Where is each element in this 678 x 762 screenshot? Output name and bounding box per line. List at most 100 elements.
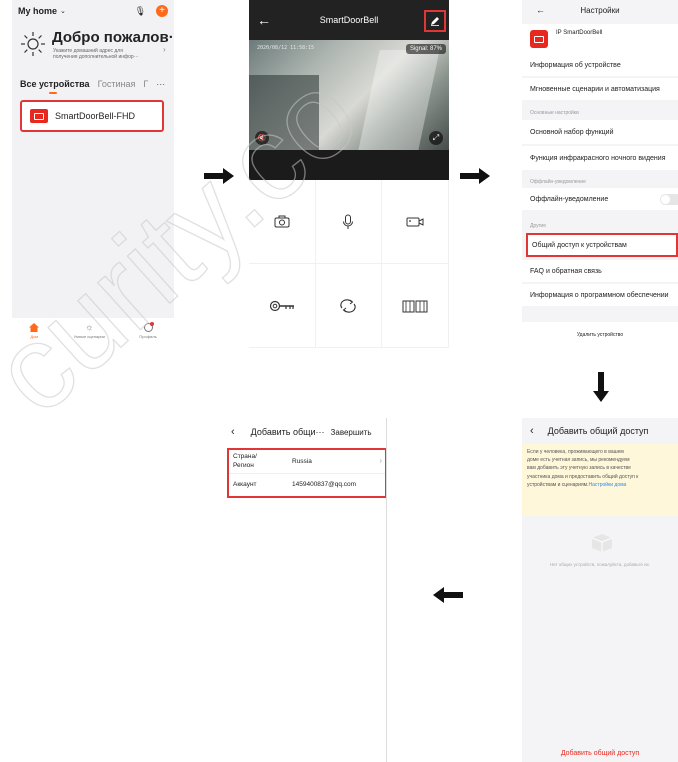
camera-header: ← SmartDoorBell	[249, 0, 449, 40]
share-screen: ‹ Добавить общий доступ Если у человека,…	[522, 418, 678, 762]
home-header: My home ⌄ 🎙 +	[12, 0, 174, 22]
row-night-vision[interactable]: Функция инфракрасного ночного видения	[522, 146, 678, 170]
video-timestamp: 2020/08/12 11:58:15	[257, 45, 315, 51]
form-title: Добавить общи···	[250, 427, 325, 437]
room-tabs: Все устройства Гостиная Г ···	[20, 74, 174, 94]
nav-profile[interactable]: Профиль	[139, 322, 157, 339]
record-button[interactable]	[382, 180, 449, 264]
info-line: участника дома и предоставить общий дост…	[527, 473, 639, 480]
home-screen: My home ⌄ 🎙 + Добро пожалов··· Укажите д…	[12, 0, 174, 348]
unlock-button[interactable]	[249, 264, 316, 348]
camera-screen: ← SmartDoorBell 2020/08/12 11:58:15 Sign…	[249, 0, 449, 348]
settings-screen: ← Настройки IP SmartDoorBell Информация …	[522, 0, 678, 348]
info-line: доме есть учетная запись, мы рекомендуем	[527, 457, 630, 464]
settings-title: Настройки	[580, 5, 620, 15]
row-label: Оффлайн-уведомление	[530, 195, 609, 203]
nav-scenes-label: Умные сценарии	[73, 334, 105, 339]
share-title: Добавить общий доступ	[547, 426, 649, 436]
key-icon	[269, 300, 294, 311]
country-row[interactable]: Страна/ Регион Russia ›	[229, 450, 385, 474]
form-fields: Страна/ Регион Russia › Аккаунт 14594008…	[227, 448, 386, 498]
row-scenes[interactable]: Мгновенные сценарии и автоматизация	[522, 78, 678, 100]
account-label: Аккаунт	[233, 481, 257, 488]
pencil-icon	[431, 17, 439, 26]
arrow-left-icon	[433, 587, 463, 603]
done-button[interactable]: Завершить	[331, 428, 372, 437]
country-label-1: Страна/	[233, 453, 257, 460]
fullscreen-icon[interactable]: ⤢	[429, 131, 443, 145]
voice-icon[interactable]: 🎙	[135, 6, 146, 17]
delete-label: Удалить устройство	[576, 332, 624, 338]
snapshot-button[interactable]	[249, 180, 316, 264]
rotate-icon	[340, 298, 357, 313]
row-label: Информация об устройстве	[530, 61, 621, 69]
section-basic: Основные настройки	[530, 110, 579, 116]
mute-icon[interactable]: 🔇	[255, 131, 269, 145]
video-shape-2	[358, 50, 440, 150]
empty-state-text: Нет общих устройств, пожалуйста, добавьт…	[549, 562, 651, 567]
doorbell-icon	[30, 109, 48, 123]
arrow-down-icon	[593, 372, 609, 402]
camera-title: SmartDoorBell	[319, 15, 379, 25]
info-text: устройствам и сценариям.	[527, 481, 589, 488]
device-name: SmartDoorBell-FHD	[55, 111, 136, 121]
row-firmware-info[interactable]: Информация о программном обеспечении	[522, 284, 678, 306]
row-label: FAQ и обратная связь	[530, 267, 602, 275]
talk-button[interactable]	[315, 180, 383, 264]
edit-button[interactable]	[424, 10, 446, 32]
sun-icon	[21, 32, 45, 56]
back-chevron-icon[interactable]: ‹	[530, 425, 534, 437]
video-control-bar	[249, 150, 449, 180]
bottom-nav: Дом ☼ Умные сценарии Профиль	[12, 318, 174, 348]
nav-home[interactable]: Дом	[29, 323, 40, 339]
device-card[interactable]: SmartDoorBell-FHD	[20, 100, 164, 132]
tabs-more-button[interactable]: ···	[156, 79, 165, 89]
row-label: Общий доступ к устройствам	[532, 241, 627, 249]
tab-other[interactable]: Г	[143, 79, 148, 89]
welcome-subtitle-2: получения дополнительной инфор···	[53, 54, 139, 60]
account-input[interactable]: 1459400837@qq.com	[292, 481, 356, 488]
signal-badge: Signal: 87%	[405, 44, 446, 54]
nav-profile-label: Профиль	[139, 334, 157, 339]
active-tab-indicator	[49, 92, 57, 94]
row-shared-access[interactable]: Общий доступ к устройствам	[526, 233, 678, 257]
nav-scenes[interactable]: ☼ Умные сценарии	[73, 322, 105, 340]
add-share-button[interactable]: Добавить общий доступ	[522, 750, 678, 757]
row-device-info[interactable]: Информация об устройстве	[522, 54, 678, 76]
flip-button[interactable]	[315, 264, 383, 348]
sun-icon: ☼	[85, 322, 94, 332]
row-basic-functions[interactable]: Основной набор функций	[522, 120, 678, 144]
back-chevron-icon[interactable]: ‹	[231, 426, 235, 438]
video-camera-icon	[406, 217, 424, 226]
row-label: Функция инфракрасного ночного видения	[530, 154, 666, 162]
home-selector[interactable]: My home	[18, 6, 57, 16]
section-other: Другие	[530, 223, 547, 229]
device-header[interactable]: IP SmartDoorBell	[522, 24, 678, 54]
info-banner: Если у человека, проживающего в вашем до…	[522, 444, 678, 516]
tab-living-room[interactable]: Гостиная	[98, 79, 136, 89]
account-row: Аккаунт 1459400837@qq.com	[229, 474, 385, 496]
info-line: Если у человека, проживающего в вашем	[527, 449, 624, 455]
home-icon	[29, 323, 40, 332]
add-device-button[interactable]: +	[156, 5, 168, 17]
video-feed[interactable]: 2020/08/12 11:58:15 Signal: 87% 🔇 ⤢	[249, 40, 449, 150]
welcome-card[interactable]: Добро пожалов··· Укажите домашний адрес …	[20, 27, 174, 69]
camera-icon	[274, 215, 290, 228]
chevron-down-icon[interactable]: ⌄	[60, 7, 66, 15]
gate-button[interactable]	[382, 264, 449, 348]
row-offline-notification: Оффлайн-уведомление	[522, 188, 678, 210]
tab-all-devices[interactable]: Все устройства	[20, 79, 90, 89]
gate-icon	[402, 300, 428, 312]
doorbell-icon	[530, 30, 548, 48]
settings-header: ← Настройки	[522, 0, 678, 20]
chevron-right-icon: ›	[379, 456, 382, 465]
nav-home-label: Дом	[30, 334, 39, 339]
arrow-right-icon	[460, 168, 490, 184]
section-offline: Оффлайн-уведомление	[530, 179, 586, 185]
delete-device-button[interactable]: Удалить устройство	[522, 322, 678, 348]
row-faq[interactable]: FAQ и обратная связь	[522, 260, 678, 282]
offline-toggle[interactable]	[660, 193, 678, 205]
row-label: Информация о программном обеспечении	[530, 291, 669, 299]
profile-icon	[143, 322, 154, 332]
home-settings-link[interactable]: Настройки дома	[589, 482, 627, 488]
